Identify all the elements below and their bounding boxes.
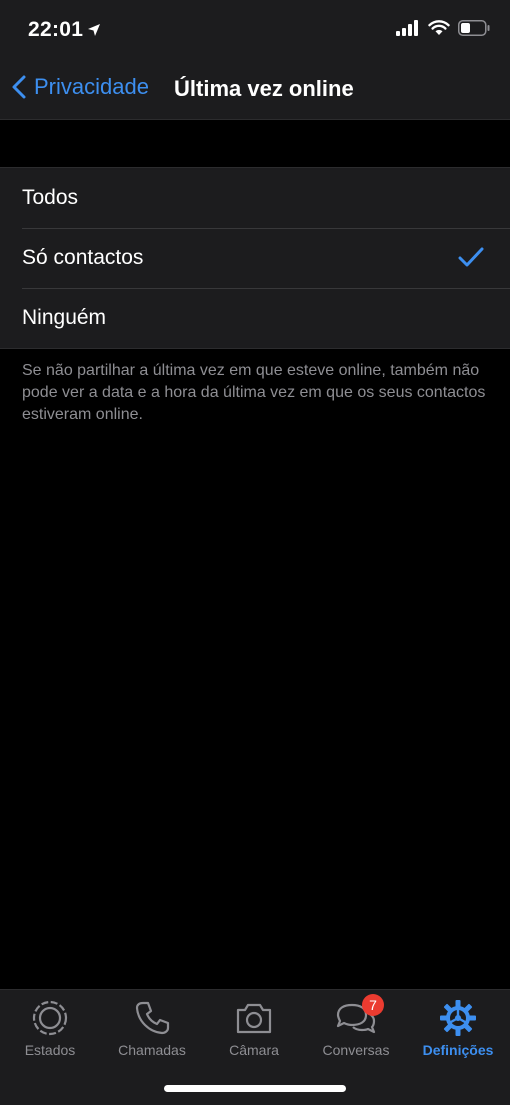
back-button[interactable]: Privacidade — [8, 74, 149, 100]
option-todos[interactable]: Todos — [0, 168, 510, 228]
tab-label: Conversas — [322, 1042, 390, 1058]
page-title: Última vez online — [174, 76, 354, 101]
option-label: Todos — [22, 186, 79, 209]
tab-label: Câmara — [229, 1042, 279, 1058]
battery-icon — [458, 20, 490, 36]
signal-icon — [396, 20, 418, 36]
status-ring-icon — [32, 1000, 68, 1036]
phone-icon — [135, 1001, 170, 1035]
tab-chamadas[interactable]: Chamadas — [102, 998, 202, 1058]
option-ninguem[interactable]: Ninguém — [0, 288, 510, 348]
camera-icon — [236, 1003, 272, 1034]
option-so-contactos[interactable]: Só contactos — [0, 228, 510, 288]
home-indicator — [164, 1085, 346, 1092]
option-label: Só contactos — [22, 246, 144, 269]
tab-label: Definições — [422, 1042, 494, 1058]
chevron-left-icon — [12, 75, 26, 99]
settings-gear-icon — [440, 1000, 476, 1036]
tab-definicoes[interactable]: Definições — [408, 998, 508, 1058]
tab-label: Estados — [24, 1042, 76, 1058]
tab-label: Chamadas — [118, 1042, 186, 1058]
option-label: Ninguém — [22, 306, 107, 329]
nav-bar: Privacidade Última vez online — [0, 60, 510, 120]
status-icons — [396, 20, 490, 36]
location-arrow-icon — [88, 24, 101, 36]
tab-estados[interactable]: Estados — [0, 998, 100, 1058]
unread-badge: 7 — [362, 994, 384, 1016]
checkmark-icon — [458, 247, 484, 267]
status-bar: 22:01 — [0, 0, 510, 60]
status-time: 22:01 — [28, 18, 101, 42]
back-button-label: Privacidade — [34, 74, 149, 99]
wifi-icon — [428, 20, 450, 35]
options-list: Todos Só contactos Ninguém — [0, 167, 510, 349]
status-time-text: 22:01 — [28, 18, 84, 41]
footnote-text: Se não partilhar a última vez em que est… — [22, 362, 486, 423]
tab-camara[interactable]: Câmara — [204, 998, 304, 1058]
tab-conversas[interactable]: 7 Conversas — [306, 994, 406, 1058]
